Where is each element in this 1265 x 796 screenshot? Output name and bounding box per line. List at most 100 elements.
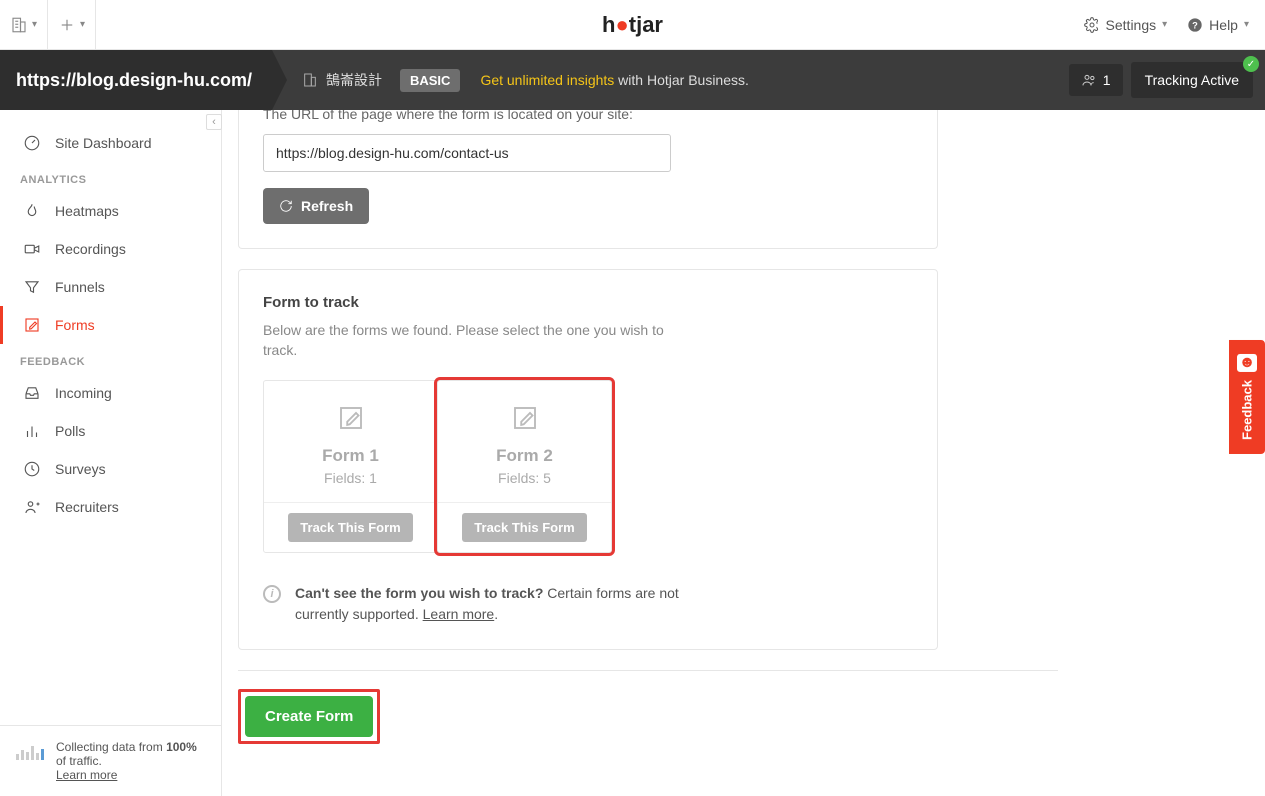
breadcrumb-site-url[interactable]: https://blog.design-hu.com/ bbox=[0, 50, 272, 110]
form-card-title: Form 1 bbox=[274, 446, 427, 466]
create-form-highlight: Create Form bbox=[238, 689, 380, 744]
upsell-link[interactable]: Get unlimited insights bbox=[480, 72, 614, 88]
site-url-text: https://blog.design-hu.com/ bbox=[16, 70, 252, 91]
plan-badge: BASIC bbox=[400, 69, 460, 92]
nav-list: Site Dashboard ANALYTICS Heatmaps Record… bbox=[0, 110, 221, 725]
form-edit-icon bbox=[336, 403, 366, 433]
gauge-icon bbox=[23, 134, 41, 152]
upsell-rest: with Hotjar Business. bbox=[614, 72, 749, 88]
form-card-fields: Fields: 5 bbox=[448, 470, 601, 486]
bottom-bar: Create Form bbox=[238, 670, 1058, 762]
sidebar: ‹ Site Dashboard ANALYTICS Heatmaps Reco… bbox=[0, 110, 222, 796]
caret-down-icon: ▾ bbox=[32, 19, 37, 30]
page-url-input[interactable] bbox=[263, 134, 671, 172]
info-learn-more-link[interactable]: Learn more bbox=[423, 606, 495, 622]
hotjar-logo: h●tjar bbox=[602, 12, 663, 38]
check-icon: ✓ bbox=[1243, 56, 1259, 72]
sidebar-item-polls[interactable]: Polls bbox=[0, 412, 221, 450]
svg-text:?: ? bbox=[1192, 20, 1198, 30]
help-label: Help bbox=[1209, 17, 1238, 33]
top-header: ▾ ▾ h●tjar Settings ▾ ? Help ▾ bbox=[0, 0, 1265, 50]
refresh-button[interactable]: Refresh bbox=[263, 188, 369, 224]
gear-icon bbox=[1084, 17, 1100, 33]
form-card-body: Form 1 Fields: 1 bbox=[264, 381, 437, 502]
org-switcher[interactable]: ▾ bbox=[0, 0, 48, 50]
form-card-footer: Track This Form bbox=[264, 502, 437, 552]
form-cards-row: Form 1 Fields: 1 Track This Form Form 2 … bbox=[263, 380, 913, 553]
sidebar-item-incoming[interactable]: Incoming bbox=[0, 374, 221, 412]
traffic-learn-more-link[interactable]: Learn more bbox=[56, 768, 117, 782]
sidebar-item-recordings[interactable]: Recordings bbox=[0, 230, 221, 268]
building-icon bbox=[302, 72, 318, 88]
form-card-footer: Track This Form bbox=[438, 502, 611, 552]
layout: ‹ Site Dashboard ANALYTICS Heatmaps Reco… bbox=[0, 110, 1265, 796]
inbox-icon bbox=[23, 384, 41, 402]
sidebar-item-label: Surveys bbox=[55, 461, 106, 477]
users-icon bbox=[1081, 72, 1097, 88]
plus-icon bbox=[58, 16, 76, 34]
sidebar-item-dashboard[interactable]: Site Dashboard bbox=[0, 124, 221, 162]
funnel-icon bbox=[23, 278, 41, 296]
feedback-label: Feedback bbox=[1240, 380, 1255, 440]
form-card-2[interactable]: Form 2 Fields: 5 Track This Form bbox=[437, 380, 612, 553]
form-card-title: Form 2 bbox=[448, 446, 601, 466]
refresh-label: Refresh bbox=[301, 198, 353, 214]
info-text: Can't see the form you wish to track? Ce… bbox=[295, 583, 683, 625]
sub-header-right: 1 Tracking Active ✓ bbox=[1069, 62, 1253, 98]
sidebar-item-heatmaps[interactable]: Heatmaps bbox=[0, 192, 221, 230]
flame-icon bbox=[23, 202, 41, 220]
caret-down-icon: ▾ bbox=[1244, 19, 1249, 30]
traffic-text-prefix: Collecting data from bbox=[56, 740, 166, 754]
user-plus-icon bbox=[23, 498, 41, 516]
top-header-right: Settings ▾ ? Help ▾ bbox=[1084, 17, 1249, 33]
video-icon bbox=[23, 240, 41, 258]
tracking-label: Tracking Active bbox=[1145, 72, 1239, 88]
sidebar-item-forms[interactable]: Forms bbox=[0, 306, 221, 344]
edit-icon bbox=[23, 316, 41, 334]
sidebar-collapse-button[interactable]: ‹ bbox=[206, 114, 222, 130]
form-card-1[interactable]: Form 1 Fields: 1 Track This Form bbox=[263, 380, 438, 553]
traffic-text: Collecting data from 100% of traffic. Le… bbox=[56, 740, 205, 782]
top-header-left: ▾ ▾ bbox=[0, 0, 96, 49]
main-content: The URL of the page where the form is lo… bbox=[222, 110, 1265, 796]
info-icon: i bbox=[263, 585, 281, 603]
tracking-status-button[interactable]: Tracking Active ✓ bbox=[1131, 62, 1253, 98]
form-card-fields: Fields: 1 bbox=[274, 470, 427, 486]
site-name-text: 鵠崙設計 bbox=[326, 70, 382, 90]
form-track-panel: Form to track Below are the forms we fou… bbox=[238, 269, 938, 650]
caret-down-icon: ▾ bbox=[1162, 19, 1167, 30]
url-panel: The URL of the page where the form is lo… bbox=[238, 110, 938, 249]
nav-section-analytics: ANALYTICS bbox=[0, 162, 221, 192]
add-new-button[interactable]: ▾ bbox=[48, 0, 96, 50]
sidebar-item-label: Forms bbox=[55, 317, 95, 333]
sidebar-footer: Collecting data from 100% of traffic. Le… bbox=[0, 725, 221, 796]
refresh-icon bbox=[279, 199, 293, 213]
sidebar-item-label: Recordings bbox=[55, 241, 126, 257]
form-section-title: Form to track bbox=[263, 294, 913, 311]
sub-header-left: https://blog.design-hu.com/ 鵠崙設計 BASIC G… bbox=[0, 50, 749, 110]
sidebar-item-label: Polls bbox=[55, 423, 85, 439]
create-form-button[interactable]: Create Form bbox=[245, 696, 373, 737]
sidebar-item-funnels[interactable]: Funnels bbox=[0, 268, 221, 306]
feedback-tab[interactable]: Feedback ☻ bbox=[1229, 340, 1265, 454]
help-menu[interactable]: ? Help ▾ bbox=[1187, 17, 1249, 33]
sub-header: https://blog.design-hu.com/ 鵠崙設計 BASIC G… bbox=[0, 50, 1265, 110]
settings-menu[interactable]: Settings ▾ bbox=[1084, 17, 1168, 33]
track-form-button[interactable]: Track This Form bbox=[288, 513, 412, 542]
info-bold: Can't see the form you wish to track? bbox=[295, 585, 543, 601]
traffic-text-suffix: of traffic. bbox=[56, 754, 102, 768]
sidebar-item-recruiters[interactable]: Recruiters bbox=[0, 488, 221, 526]
user-count-button[interactable]: 1 bbox=[1069, 64, 1123, 96]
form-section-subtitle: Below are the forms we found. Please sel… bbox=[263, 321, 683, 360]
form-card-body: Form 2 Fields: 5 bbox=[438, 381, 611, 502]
settings-label: Settings bbox=[1106, 17, 1157, 33]
sidebar-item-label: Incoming bbox=[55, 385, 112, 401]
url-field-description: The URL of the page where the form is lo… bbox=[263, 110, 913, 122]
smile-icon: ☻ bbox=[1237, 354, 1257, 372]
track-form-button[interactable]: Track This Form bbox=[462, 513, 586, 542]
caret-down-icon: ▾ bbox=[80, 19, 85, 30]
traffic-sparkline-icon bbox=[16, 740, 44, 760]
bar-chart-icon bbox=[23, 422, 41, 440]
sidebar-item-surveys[interactable]: Surveys bbox=[0, 450, 221, 488]
clock-icon bbox=[23, 460, 41, 478]
